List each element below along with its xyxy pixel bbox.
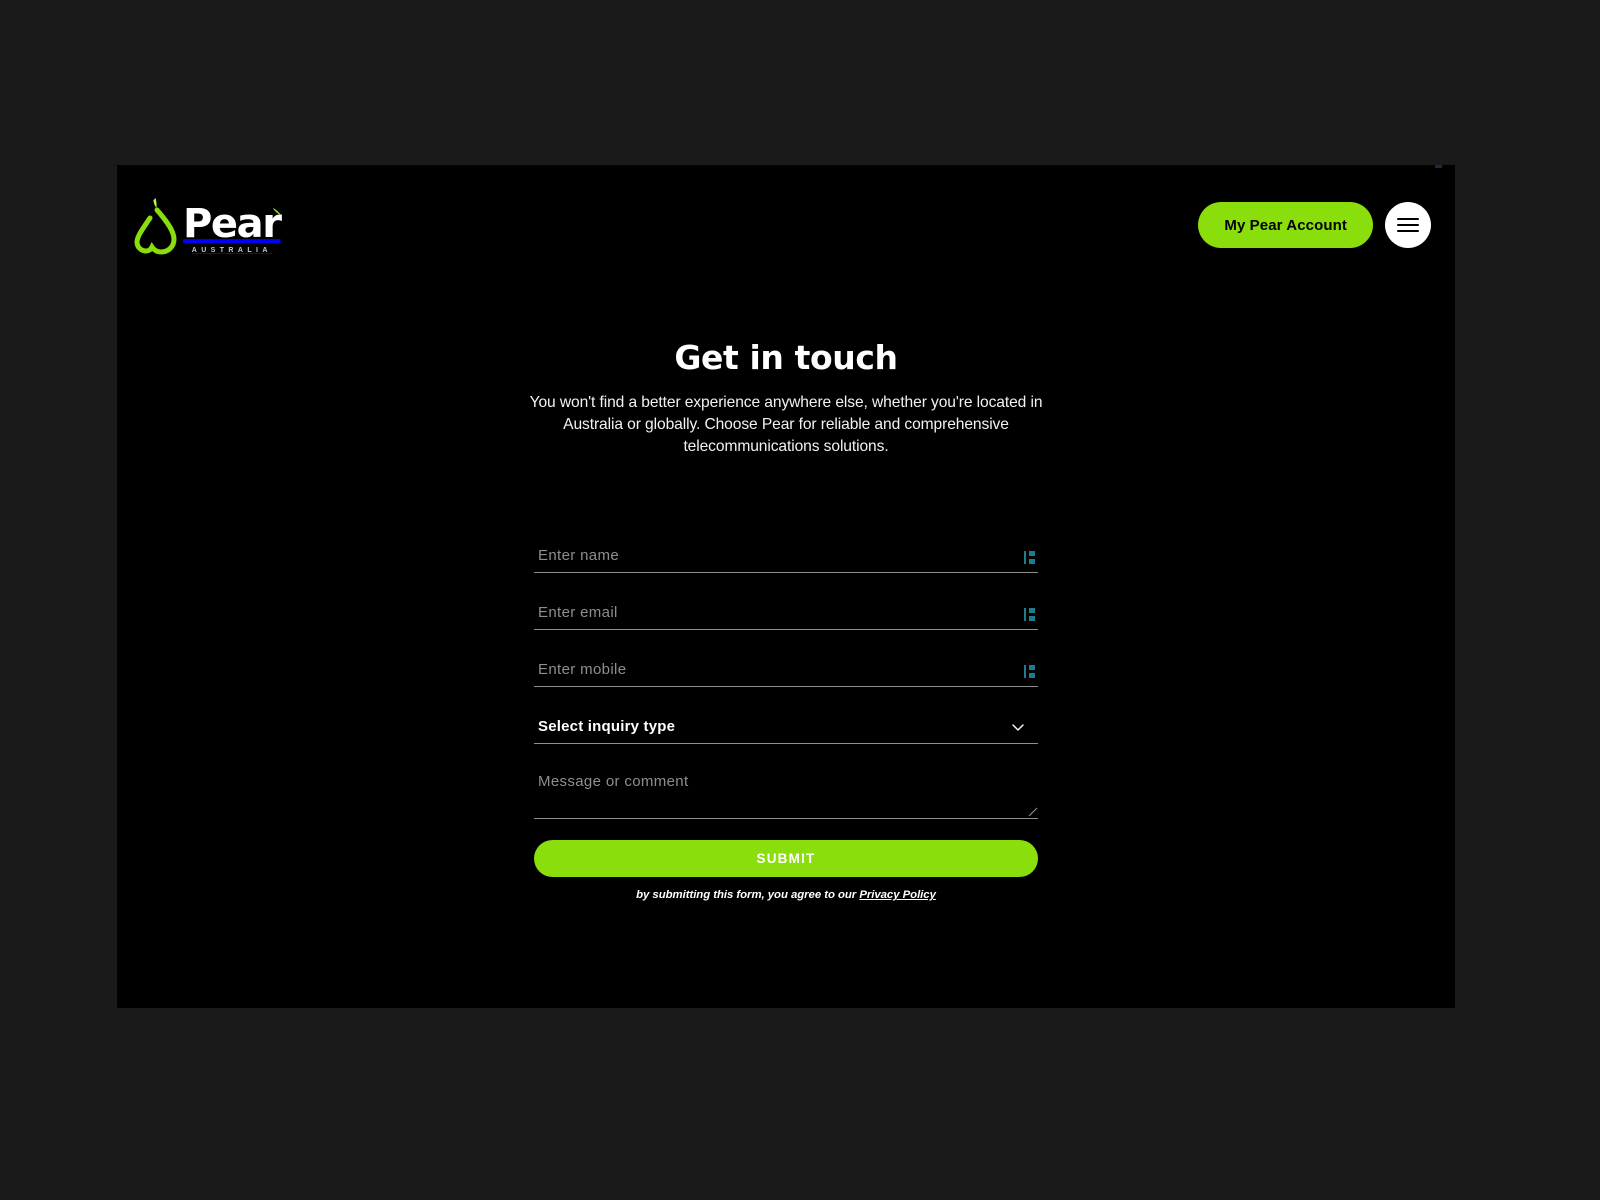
page-description: You won't find a better experience anywh…: [529, 393, 1043, 455]
legal-text: by submitting this form, you agree to ou…: [636, 889, 860, 902]
message-field[interactable]: [534, 763, 1038, 820]
autofill-icon[interactable]: [1024, 664, 1036, 680]
brand-leaf-icon: [272, 208, 281, 215]
brand-word: Pear: [183, 201, 282, 247]
chevron-down-icon[interactable]: [1011, 720, 1025, 734]
name-field[interactable]: [534, 535, 1038, 574]
inquiry-type-value: Select inquiry type: [538, 718, 676, 736]
message-textarea[interactable]: [534, 763, 1038, 819]
my-pear-account-button[interactable]: My Pear Account: [1198, 202, 1373, 248]
contact-form: Select inquiry type SUBMIT by submitting…: [534, 535, 1038, 901]
page-title: Get in touch: [674, 338, 898, 377]
header-actions: My Pear Account: [1198, 202, 1431, 248]
mobile-field[interactable]: [534, 649, 1038, 688]
browser-page: Pear AUSTRALIA My Pear Account Get in to…: [117, 165, 1455, 1008]
hamburger-menu-icon[interactable]: [1385, 202, 1431, 248]
autofill-icon[interactable]: [1024, 607, 1036, 623]
email-field[interactable]: [534, 592, 1038, 631]
autofill-icon[interactable]: [1024, 550, 1036, 566]
submit-button[interactable]: SUBMIT: [534, 840, 1038, 878]
menu-line-2: [1397, 224, 1419, 226]
screen: Pear AUSTRALIA My Pear Account Get in to…: [0, 0, 1600, 1200]
mobile-input[interactable]: [534, 661, 1038, 687]
pear-logo-icon: [134, 198, 177, 255]
menu-line-3: [1397, 230, 1419, 232]
main-content: Get in touch You won't find a better exp…: [117, 285, 1455, 901]
brand-subtitle: AUSTRALIA: [191, 247, 272, 254]
intro-block: Get in touch You won't find a better exp…: [526, 338, 1046, 458]
privacy-policy-link[interactable]: Privacy Policy: [859, 889, 936, 901]
brand-logo[interactable]: Pear AUSTRALIA: [133, 194, 282, 256]
resize-grip-icon[interactable]: [1028, 807, 1038, 817]
legal-disclaimer: by submitting this form, you agree to ou…: [534, 889, 1038, 901]
brand-wordmark: Pear AUSTRALIA: [183, 201, 282, 256]
menu-line-1: [1397, 218, 1419, 220]
site-header: Pear AUSTRALIA My Pear Account: [117, 165, 1455, 285]
name-input[interactable]: [534, 547, 1038, 573]
inquiry-type-select[interactable]: Select inquiry type: [534, 706, 1038, 745]
email-input[interactable]: [534, 604, 1038, 630]
